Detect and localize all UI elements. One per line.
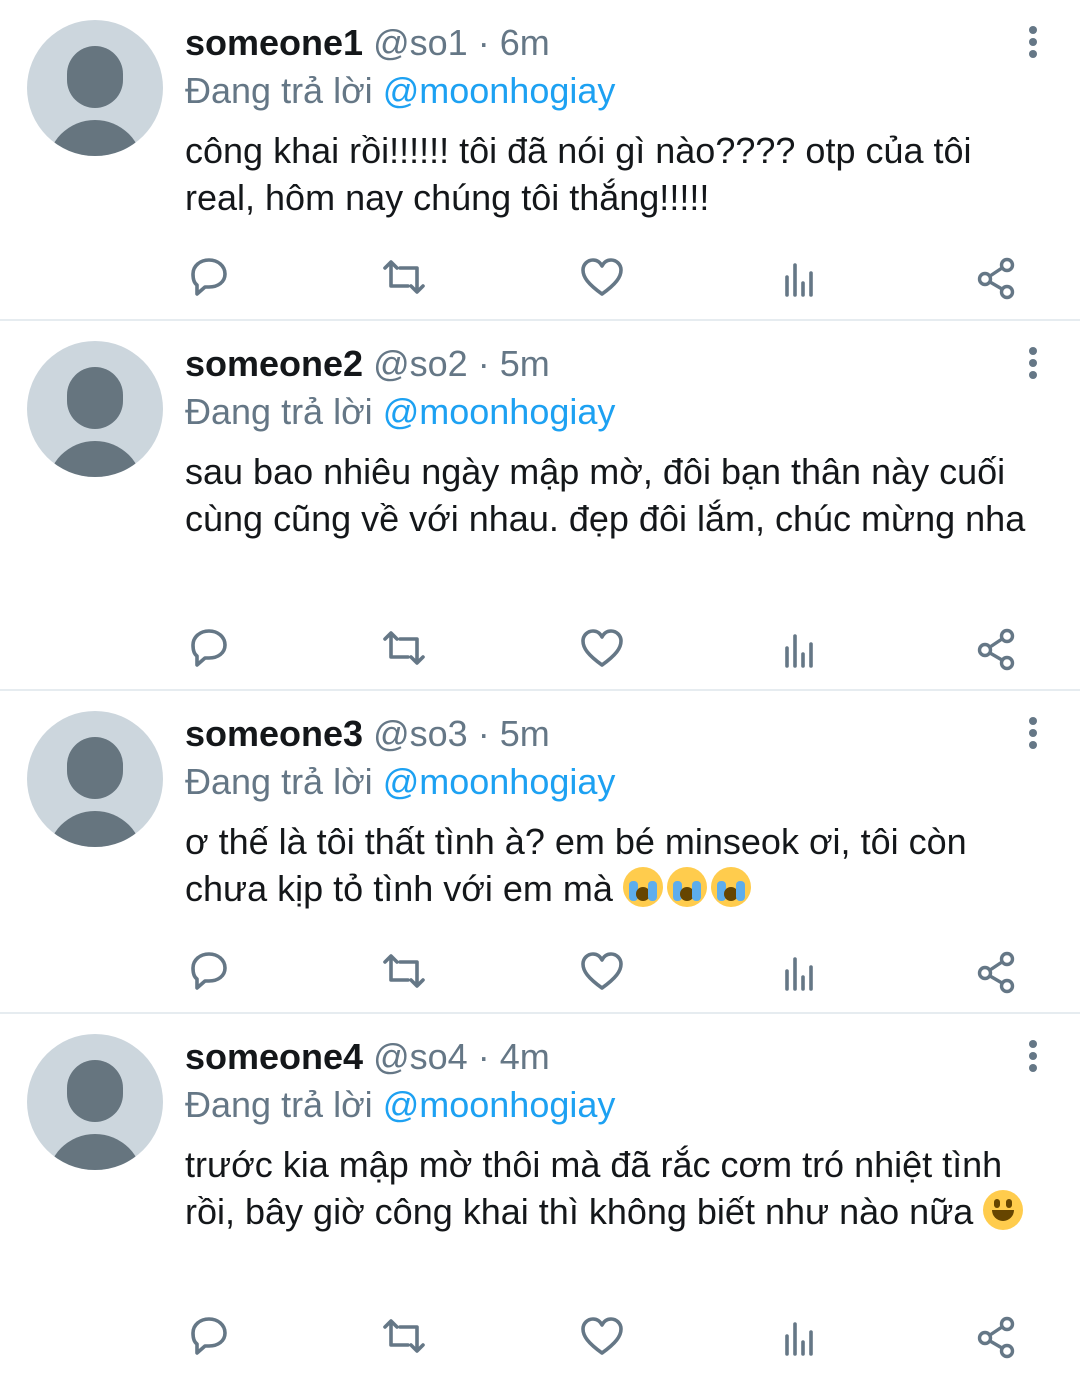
user-handle[interactable]: @so2	[373, 343, 468, 384]
avatar-head	[67, 1060, 123, 1122]
display-name[interactable]: someone3	[185, 713, 363, 754]
tweet-content: someone3 @so3 · 5m Đang trả lời @moonhog…	[185, 711, 1050, 912]
tweet-text: ơ thế là tôi thất tình à? em bé minseok …	[185, 818, 1035, 912]
avatar-body	[47, 1134, 143, 1170]
reply-icon[interactable]	[185, 253, 233, 301]
tweet-text-body: ơ thế là tôi thất tình à? em bé minseok …	[185, 821, 967, 909]
tweet-text: trước kia mập mờ thôi mà đã rắc cơm tró …	[185, 1141, 1035, 1235]
grinning-face-icon	[983, 1190, 1024, 1230]
avatar-head	[67, 367, 123, 429]
display-name[interactable]: someone1	[185, 22, 363, 63]
separator-dot: ·	[477, 22, 490, 63]
reply-tweet[interactable]: someone1 @so1 · 6m Đang trả lời @moonhog…	[0, 0, 1080, 321]
replying-to-line: Đang trả lời @moonhogiay	[185, 759, 1050, 805]
share-icon[interactable]	[972, 253, 1020, 301]
avatar-head	[67, 737, 123, 799]
tweet-actions	[185, 947, 1030, 997]
tweet-text-body: công khai rồi!!!!!! tôi đã nói gì nào???…	[185, 130, 972, 218]
tweet-time: 5m	[499, 343, 550, 384]
replying-to-mention[interactable]: @moonhogiay	[383, 1084, 616, 1125]
stats-icon[interactable]	[775, 947, 823, 995]
stats-icon[interactable]	[775, 624, 823, 672]
tweet-time: 4m	[499, 1036, 550, 1077]
replying-to-mention[interactable]: @moonhogiay	[383, 391, 616, 432]
more-vertical-icon[interactable]	[1026, 1040, 1040, 1076]
stats-icon[interactable]	[775, 1312, 823, 1360]
loudly-crying-face-icon	[622, 867, 663, 907]
avatar-body	[47, 811, 143, 847]
reply-tweet[interactable]: someone4 @so4 · 4m Đang trả lời @moonhog…	[0, 1014, 1080, 1375]
replying-to-line: Đang trả lời @moonhogiay	[185, 68, 1050, 114]
tweet-content: someone4 @so4 · 4m Đang trả lời @moonhog…	[185, 1034, 1050, 1235]
tweet-time: 6m	[499, 22, 550, 63]
reply-feed: someone1 @so1 · 6m Đang trả lời @moonhog…	[0, 0, 1080, 1375]
default-avatar-icon[interactable]	[27, 341, 163, 477]
tweet-actions	[185, 1312, 1030, 1362]
reply-icon[interactable]	[185, 1312, 233, 1360]
avatar-body	[47, 441, 143, 477]
user-handle[interactable]: @so4	[373, 1036, 468, 1077]
tweet-text-body: sau bao nhiêu ngày mập mờ, đôi bạn thân …	[185, 451, 1026, 539]
more-vertical-icon[interactable]	[1026, 717, 1040, 753]
default-avatar-icon[interactable]	[27, 20, 163, 156]
display-name[interactable]: someone4	[185, 1036, 363, 1077]
tweet-text-body: trước kia mập mờ thôi mà đã rắc cơm tró …	[185, 1144, 1003, 1232]
share-icon[interactable]	[972, 1312, 1020, 1360]
more-vertical-icon[interactable]	[1026, 26, 1040, 62]
tweet-header: someone2 @so2 · 5m	[185, 341, 1050, 387]
tweet-header: someone4 @so4 · 4m	[185, 1034, 1050, 1080]
replying-to-mention[interactable]: @moonhogiay	[383, 761, 616, 802]
reply-tweet[interactable]: someone3 @so3 · 5m Đang trả lời @moonhog…	[0, 691, 1080, 1014]
default-avatar-icon[interactable]	[27, 711, 163, 847]
heart-icon[interactable]	[578, 947, 626, 995]
avatar-body	[47, 120, 143, 156]
avatar-head	[67, 46, 123, 108]
heart-icon[interactable]	[578, 1312, 626, 1360]
reply-icon[interactable]	[185, 624, 233, 672]
heart-icon[interactable]	[578, 253, 626, 301]
reply-tweet[interactable]: someone2 @so2 · 5m Đang trả lời @moonhog…	[0, 321, 1080, 691]
replying-prefix: Đang trả lời	[185, 391, 373, 432]
tweet-text: công khai rồi!!!!!! tôi đã nói gì nào???…	[185, 127, 1035, 221]
reply-icon[interactable]	[185, 947, 233, 995]
tweet-content: someone2 @so2 · 5m Đang trả lời @moonhog…	[185, 341, 1050, 542]
replying-prefix: Đang trả lời	[185, 70, 373, 111]
tweet-text: sau bao nhiêu ngày mập mờ, đôi bạn thân …	[185, 448, 1035, 542]
replying-prefix: Đang trả lời	[185, 761, 373, 802]
retweet-icon[interactable]	[380, 1312, 428, 1360]
separator-dot: ·	[477, 1036, 490, 1077]
tweet-header: someone3 @so3 · 5m	[185, 711, 1050, 757]
separator-dot: ·	[477, 713, 490, 754]
display-name[interactable]: someone2	[185, 343, 363, 384]
tweet-time: 5m	[499, 713, 550, 754]
default-avatar-icon[interactable]	[27, 1034, 163, 1170]
loudly-crying-face-icon	[710, 867, 751, 907]
retweet-icon[interactable]	[380, 947, 428, 995]
tweet-header: someone1 @so1 · 6m	[185, 20, 1050, 66]
replying-to-line: Đang trả lời @moonhogiay	[185, 389, 1050, 435]
retweet-icon[interactable]	[380, 624, 428, 672]
user-handle[interactable]: @so1	[373, 22, 468, 63]
share-icon[interactable]	[972, 947, 1020, 995]
separator-dot: ·	[477, 343, 490, 384]
tweet-content: someone1 @so1 · 6m Đang trả lời @moonhog…	[185, 20, 1050, 221]
retweet-icon[interactable]	[380, 253, 428, 301]
replying-to-line: Đang trả lời @moonhogiay	[185, 1082, 1050, 1128]
tweet-actions	[185, 253, 1030, 303]
loudly-crying-face-icon	[666, 867, 707, 907]
stats-icon[interactable]	[775, 253, 823, 301]
replying-prefix: Đang trả lời	[185, 1084, 373, 1125]
tweet-actions	[185, 624, 1030, 674]
more-vertical-icon[interactable]	[1026, 347, 1040, 383]
share-icon[interactable]	[972, 624, 1020, 672]
heart-icon[interactable]	[578, 624, 626, 672]
replying-to-mention[interactable]: @moonhogiay	[383, 70, 616, 111]
user-handle[interactable]: @so3	[373, 713, 468, 754]
